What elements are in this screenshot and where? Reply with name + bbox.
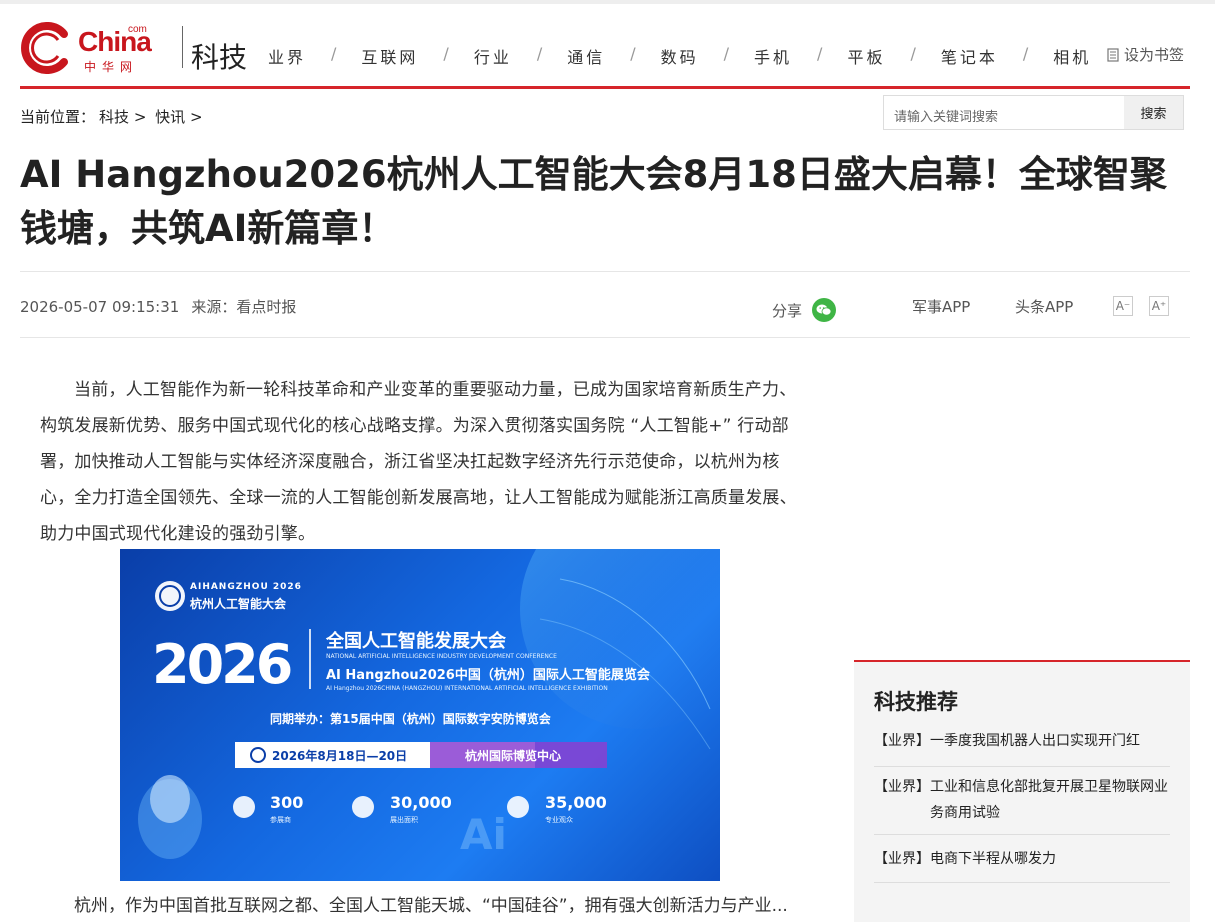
- nav-item-tablet[interactable]: 平板: [847, 44, 885, 68]
- breadcrumb-item-news[interactable]: 快讯: [155, 108, 185, 126]
- nav-separator: /: [630, 44, 636, 63]
- banner-stat-value: 35,000: [545, 793, 607, 812]
- banner-conf-en: NATIONAL ARTIFICIAL INTELLIGENCE INDUSTR…: [326, 653, 557, 660]
- nav-separator: /: [1022, 44, 1029, 63]
- panel-title: 科技推荐: [874, 690, 958, 714]
- nav-item-telecom[interactable]: 通信: [567, 44, 605, 68]
- divider: [874, 834, 1170, 835]
- article-source: 来源：看点时报: [191, 298, 297, 316]
- nav-separator: /: [723, 44, 730, 63]
- banner-stat-label: 专业观众: [545, 816, 573, 824]
- recommend-item[interactable]: 【业界】 工业和信息化部批复开展卫星物联网业务商用试验: [874, 774, 1170, 826]
- banner-stat-label: 展出面积: [390, 816, 418, 824]
- nav-item-laptop[interactable]: 笔记本: [941, 44, 998, 68]
- nav-item-internet[interactable]: 互联网: [361, 44, 418, 68]
- breadcrumb-prefix: 当前位置：: [20, 108, 96, 126]
- banner-brand-cn: 杭州人工智能大会: [190, 597, 287, 611]
- share-wechat[interactable]: 分享: [772, 298, 837, 322]
- banner-concurrent: 同期举办：第15届中国（杭州）国际数字安防博览会: [270, 712, 551, 726]
- nav-item-trade[interactable]: 行业: [474, 44, 512, 68]
- bookmark-label: 设为书签: [1124, 46, 1185, 64]
- channel-title[interactable]: 科技: [191, 36, 247, 76]
- search-input[interactable]: [884, 96, 1125, 129]
- top-border: [0, 0, 1215, 4]
- divider: [20, 337, 1190, 338]
- divider: [874, 882, 1170, 883]
- bookmark-link[interactable]: 设为书签: [1107, 44, 1184, 65]
- nav-item-digital[interactable]: 数码: [661, 44, 699, 68]
- divider: [874, 766, 1170, 767]
- tech-recommend-panel: 科技推荐 【业界】 一季度我国机器人出口实现开门红 【业界】 工业和信息化部批复开展…: [854, 660, 1190, 922]
- banner-date: 2026年8月18日—20日: [272, 749, 408, 763]
- recommend-item[interactable]: 【业界】 一季度我国机器人出口实现开门红: [874, 728, 1170, 754]
- search-button[interactable]: 搜索: [1124, 96, 1183, 129]
- banner-venue: 杭州国际博览中心: [465, 749, 562, 763]
- military-app-link[interactable]: 军事APP: [912, 296, 970, 317]
- logo-c-icon: [21, 22, 68, 74]
- banner-year: 2026: [152, 633, 293, 696]
- recommend-text[interactable]: 工业和信息化部批复开展卫星物联网业务商用试验: [930, 774, 1170, 826]
- recommend-item[interactable]: 【业界】 电商下半程从哪发力: [874, 846, 1170, 872]
- banner-conf-cn: 全国人工智能发展大会: [326, 631, 506, 652]
- nav-item-camera[interactable]: 相机: [1053, 44, 1091, 68]
- font-increase-button[interactable]: A⁺: [1149, 296, 1169, 316]
- breadcrumb: 当前位置： 科技 > 快讯 >: [20, 106, 207, 127]
- nav-separator: /: [817, 44, 823, 63]
- wechat-icon[interactable]: [812, 298, 837, 322]
- nav-separator: /: [910, 44, 916, 63]
- nav-separator: /: [331, 44, 337, 63]
- banner-stat-value: 30,000: [390, 793, 452, 812]
- search-box: 搜索: [883, 95, 1184, 130]
- banner-brand-en: AIHANGZHOU 2026: [190, 582, 302, 592]
- recommend-tag: 【业界】: [874, 733, 930, 749]
- article-datetime: 2026-05-07 09:15:31: [20, 298, 180, 316]
- breadcrumb-sep: >: [133, 108, 147, 126]
- recommend-tag: 【业界】: [874, 851, 930, 867]
- logo-cn: 中华网: [84, 60, 139, 74]
- font-decrease-button[interactable]: A⁻: [1113, 296, 1133, 316]
- svg-text:Ai: Ai: [460, 810, 507, 859]
- article-paragraph-2: 杭州，作为中国首批互联网之都、全国人工智能天城、“中国硅谷”，拥有强大创新活力与…: [74, 896, 788, 916]
- nav-separator: /: [536, 44, 543, 63]
- article-meta: 2026-05-07 09:15:31 来源：看点时报: [20, 296, 296, 317]
- recommend-text[interactable]: 一季度我国机器人出口实现开门红: [930, 728, 1170, 754]
- breadcrumb-item-tech[interactable]: 科技: [99, 108, 129, 126]
- article-paragraph-1: 当前，人工智能作为新一轮科技革命和产业变革的重要驱动力量，已成为国家培育新质生产…: [40, 380, 797, 544]
- breadcrumb-sep: >: [189, 108, 203, 126]
- main-nav: 业界 / 互联网 / 行业 / 通信 / 数码 / 手机 / 平板 / 笔记本 / 相机: [268, 44, 1091, 68]
- banner-expo-en: AI Hangzhou 2026CHINA (HANGZHOU) INTERNA…: [326, 685, 608, 692]
- nav-item-industry[interactable]: 业界: [268, 44, 306, 68]
- banner-stat-value: 300: [270, 793, 304, 812]
- article-title: AI Hangzhou2026杭州人工智能大会8月18日盛大启幕！全球智聚钱塘，…: [20, 153, 1167, 250]
- event-banner-image: Ai AIHANGZHOU 2026 杭州人工智能大会 2026 全国人工智能发…: [120, 549, 720, 881]
- nav-item-phone[interactable]: 手机: [754, 44, 792, 68]
- banner-stat-label: 参展商: [270, 816, 291, 824]
- share-label: 分享: [772, 301, 803, 320]
- header-red-rule: [20, 86, 1190, 89]
- bookmark-icon: [1107, 47, 1119, 62]
- nav-separator: /: [443, 44, 449, 63]
- divider: [20, 271, 1190, 272]
- recommend-tag: 【业界】: [874, 779, 930, 795]
- header-divider: [182, 26, 183, 68]
- logo-com: com: [128, 24, 147, 35]
- china-com-logo[interactable]: China com 中华网: [20, 22, 155, 74]
- recommend-text[interactable]: 电商下半程从哪发力: [930, 846, 1170, 872]
- headline-app-link[interactable]: 头条APP: [1015, 296, 1073, 317]
- banner-expo-cn: AI Hangzhou2026中国（杭州）国际人工智能展览会: [326, 668, 650, 683]
